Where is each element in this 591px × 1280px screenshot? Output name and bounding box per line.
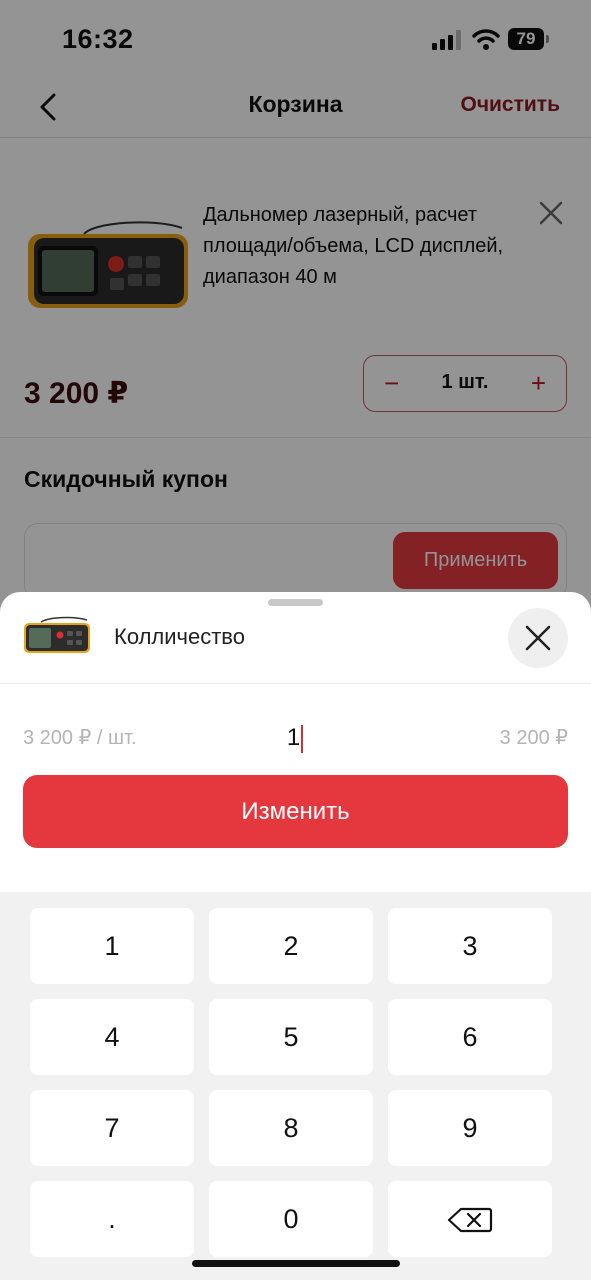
sheet-header: Колличество [0,592,591,684]
key-7[interactable]: 7 [30,1090,194,1166]
key-6[interactable]: 6 [388,999,552,1075]
key-0[interactable]: 0 [209,1181,373,1257]
home-indicator [192,1260,400,1267]
key-5[interactable]: 5 [209,999,373,1075]
key-8[interactable]: 8 [209,1090,373,1166]
text-caret [301,724,304,753]
change-button[interactable]: Изменить [23,775,568,848]
total-price: 3 200 ₽ [499,727,568,749]
key-2[interactable]: 2 [209,908,373,984]
quantity-input-value: 1 [286,724,301,751]
key-9[interactable]: 9 [388,1090,552,1166]
key-3[interactable]: 3 [388,908,552,984]
key-1[interactable]: 1 [30,908,194,984]
key-backspace[interactable] [388,1181,552,1257]
quantity-input[interactable]: 1 [265,720,325,756]
sheet-title: Колличество [114,624,245,649]
quantity-sheet: Колличество 3 200 ₽ / шт. 1 3 200 ₽ Изме… [0,592,591,1280]
key-decimal[interactable]: . [30,1181,194,1257]
sheet-grabber[interactable] [268,599,323,606]
unit-price: 3 200 ₽ / шт. [23,727,137,749]
product-thumbnail [24,616,90,653]
close-icon [525,625,551,651]
numeric-keypad: 1 2 3 4 5 6 7 8 9 . 0 [0,892,591,1280]
backspace-icon [447,1207,493,1233]
key-4[interactable]: 4 [30,999,194,1075]
sheet-close-button[interactable] [508,608,568,668]
